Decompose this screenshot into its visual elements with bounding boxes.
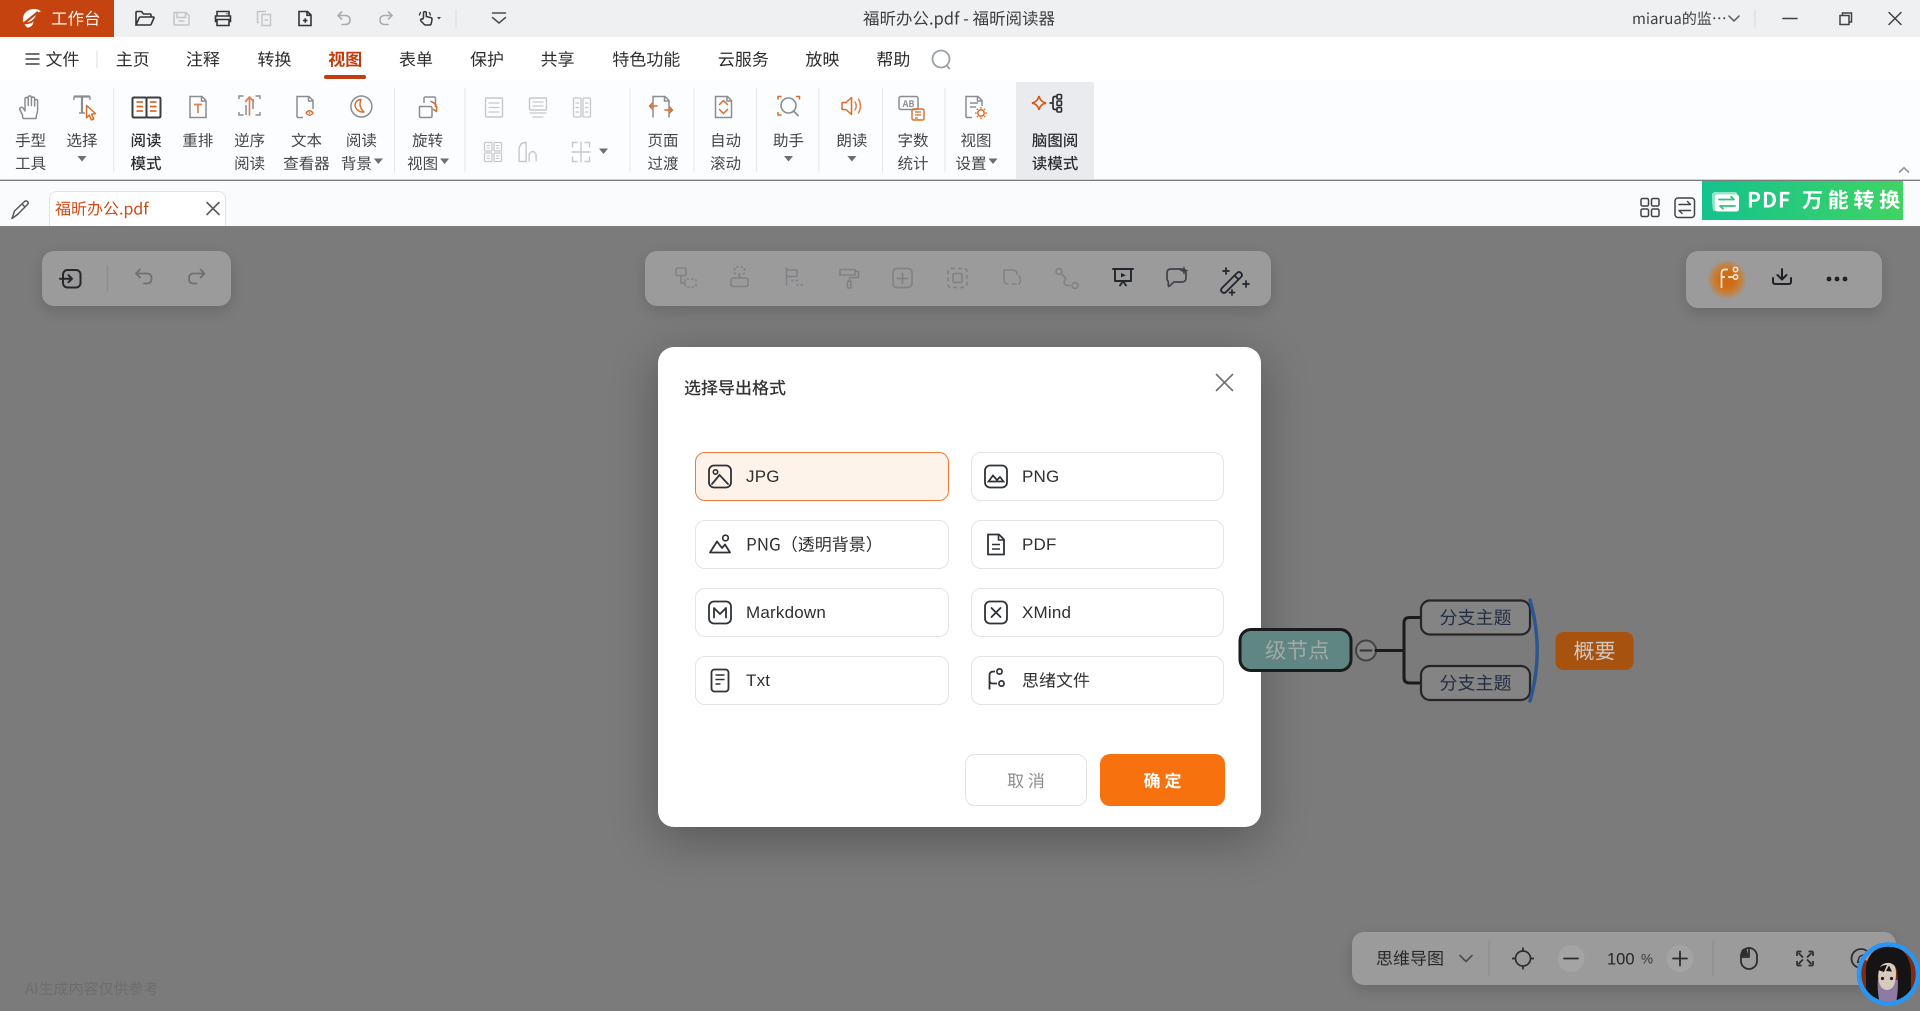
svg-text:%: %: [1641, 952, 1653, 967]
svg-text:100: 100: [1607, 951, 1635, 969]
